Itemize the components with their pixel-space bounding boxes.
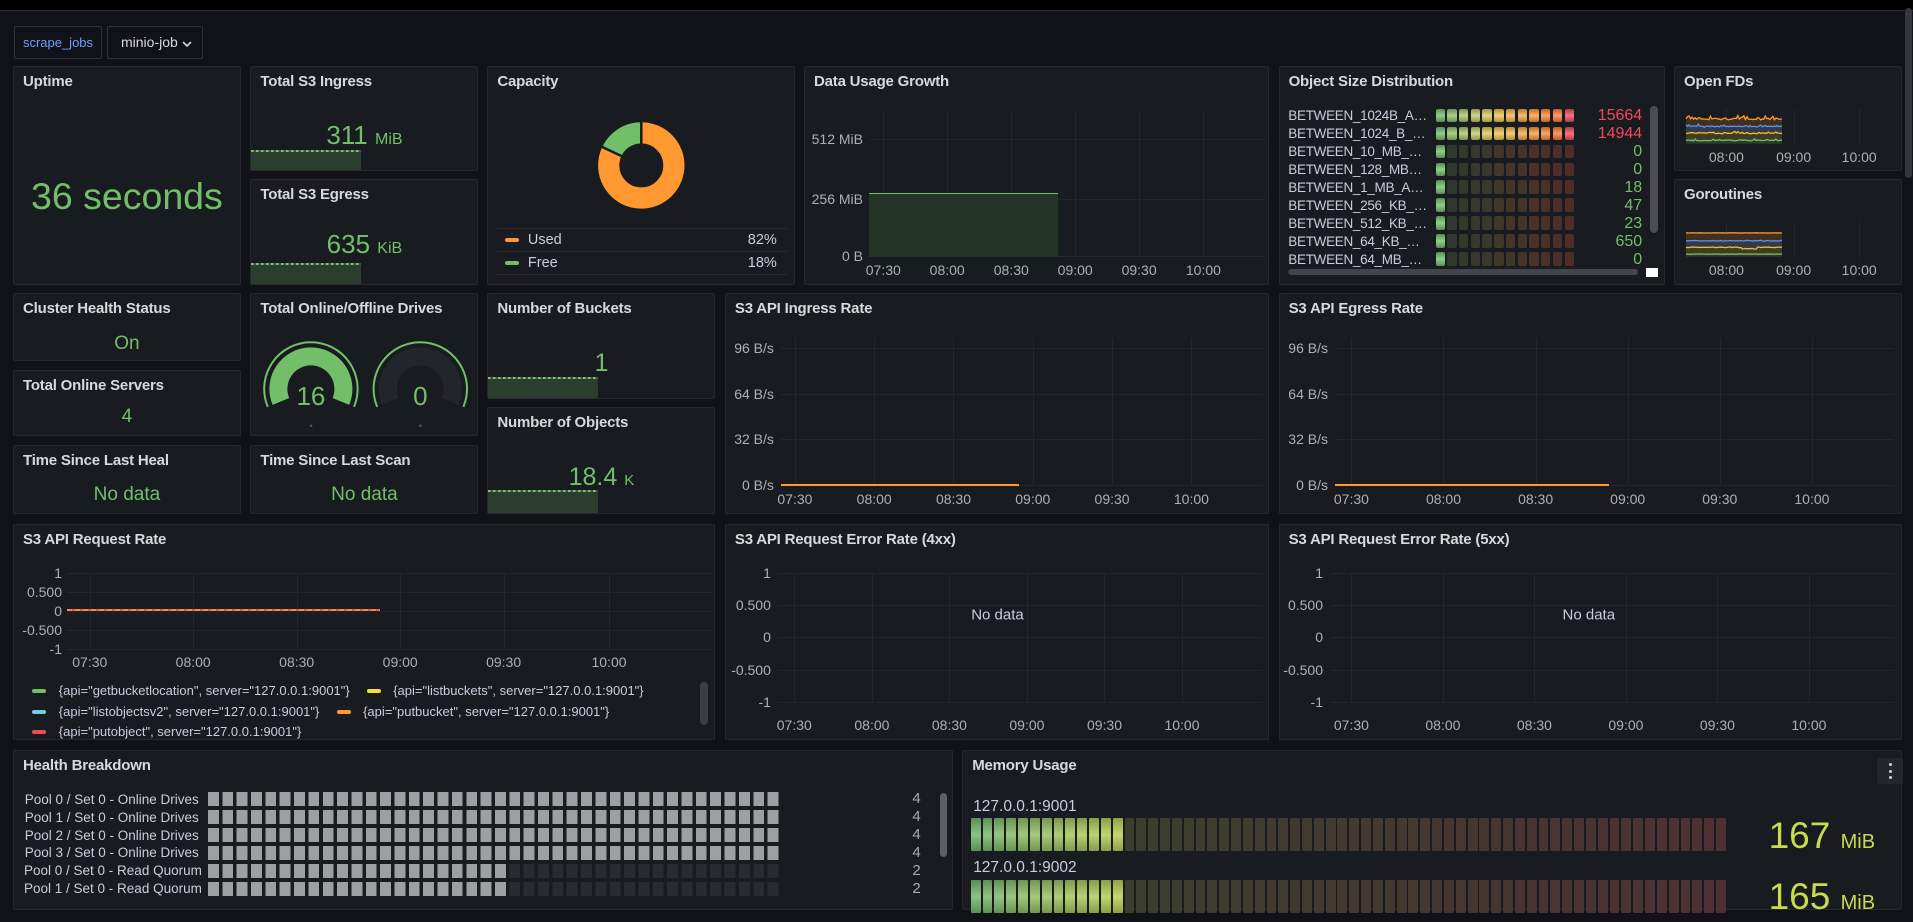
svg-text:0: 0 [413, 381, 427, 411]
svg-text:16: 16 [297, 381, 326, 411]
